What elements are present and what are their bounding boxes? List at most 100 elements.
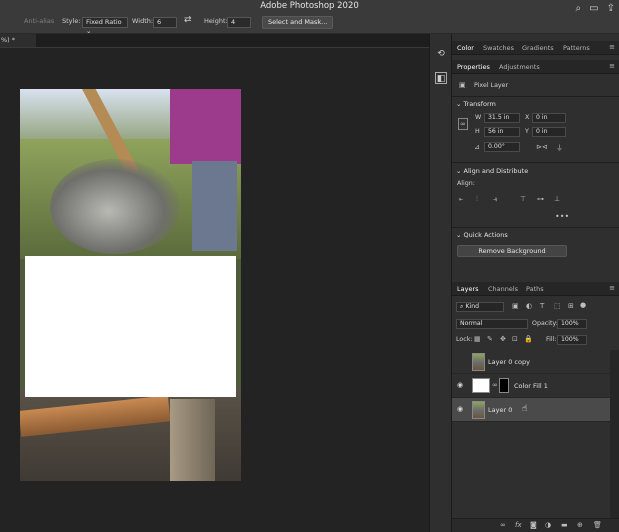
fill-thumbnail: [472, 378, 490, 393]
group-folder-icon[interactable]: ▬: [561, 521, 568, 529]
align-header-label: Align and Distribute: [463, 167, 529, 175]
width-field[interactable]: 31.5 in: [484, 113, 520, 123]
document-tab-label: %) *: [1, 36, 16, 44]
search-icon[interactable]: ⌕: [576, 3, 582, 14]
lock-image-icon[interactable]: ✎: [487, 335, 493, 343]
canvas-area[interactable]: [0, 48, 429, 532]
mask-thumbnail[interactable]: [499, 378, 509, 393]
filter-toggle-icon[interactable]: ●: [580, 301, 586, 309]
new-layer-icon[interactable]: ⊕: [577, 521, 583, 529]
align-label: Align:: [457, 180, 475, 187]
blend-mode-select[interactable]: Normal: [456, 319, 528, 329]
align-right-icon[interactable]: ⫣: [493, 195, 497, 204]
tab-properties[interactable]: Properties: [457, 63, 490, 71]
x-field[interactable]: 0 in: [532, 113, 566, 123]
tab-swatches[interactable]: Swatches: [483, 44, 514, 52]
visibility-eye-icon[interactable]: ◉: [457, 405, 463, 413]
panel-menu-icon[interactable]: ≡: [609, 62, 615, 70]
properties-icon[interactable]: ◧: [435, 72, 447, 84]
filter-pixel-icon[interactable]: ▣: [512, 302, 519, 310]
opacity-field[interactable]: 100%: [557, 319, 587, 329]
filter-shape-icon[interactable]: ⬚: [554, 302, 561, 310]
tab-layers[interactable]: Layers: [457, 285, 479, 293]
fill-label: Fill:: [546, 336, 557, 343]
align-bottom-icon[interactable]: ⊥: [554, 195, 560, 203]
height-field[interactable]: 56 in: [484, 127, 520, 137]
workspace-icon[interactable]: ▭: [589, 3, 598, 14]
align-left-icon[interactable]: ⫦: [459, 195, 463, 204]
share-icon[interactable]: ⇪: [607, 3, 615, 14]
filter-smart-object-icon[interactable]: ⊞: [568, 302, 574, 310]
layer-thumbnail: [472, 401, 485, 419]
options-bar: Anti-alias Style: Fixed Ratio ⌄ Width: 6…: [0, 12, 619, 35]
history-icon[interactable]: ⟲: [435, 48, 447, 60]
lock-all-icon[interactable]: 🔒: [524, 335, 533, 343]
document-tab[interactable]: %) *: [0, 34, 36, 47]
link-icon[interactable]: ∞: [458, 118, 468, 130]
y-field[interactable]: 0 in: [532, 127, 566, 137]
tab-gradients[interactable]: Gradients: [522, 44, 554, 52]
layer-name: Layer 0: [488, 406, 513, 414]
trash-icon[interactable]: 🗑: [593, 521, 602, 529]
layer-row-layer-0[interactable]: ◉ Layer 0 ☝: [452, 398, 610, 422]
lock-position-icon[interactable]: ✥: [500, 335, 506, 343]
more-options-icon[interactable]: •••: [555, 212, 569, 221]
tab-paths[interactable]: Paths: [526, 285, 544, 293]
add-mask-icon[interactable]: ◙: [530, 521, 537, 529]
adjustment-layer-icon[interactable]: ◑: [545, 521, 551, 529]
tab-channels[interactable]: Channels: [488, 285, 518, 293]
layer-filter-select[interactable]: ⌕ Kind: [456, 302, 504, 312]
width-input[interactable]: 6: [153, 17, 177, 28]
app-title: Adobe Photoshop 2020: [260, 1, 359, 11]
filter-type-icon[interactable]: T: [540, 302, 544, 310]
right-panels: Color Swatches Gradients Patterns ≡ Prop…: [452, 34, 619, 532]
panel-menu-icon[interactable]: ≡: [609, 43, 615, 51]
align-center-icon[interactable]: ⫶: [476, 195, 478, 204]
transform-header-label: Transform: [463, 100, 496, 108]
photo-person-shirt: [170, 89, 241, 164]
tab-adjustments[interactable]: Adjustments: [499, 63, 540, 71]
swap-icon[interactable]: ⇄: [184, 15, 192, 25]
opacity-label: Opacity:: [532, 320, 558, 327]
select-and-mask-button[interactable]: Select and Mask...: [262, 16, 334, 29]
link-layers-icon[interactable]: ∞: [500, 521, 506, 529]
layer-row-color-fill-1[interactable]: ◉ ∞ Color Fill 1: [452, 374, 610, 398]
anti-alias-checkbox[interactable]: Anti-alias: [24, 17, 54, 25]
layer-row-layer-0-copy[interactable]: Layer 0 copy: [452, 350, 610, 374]
align-top-icon[interactable]: ⊤: [520, 195, 526, 203]
filter-adjustment-icon[interactable]: ◐: [526, 302, 532, 310]
align-middle-icon[interactable]: ⊶: [537, 195, 544, 203]
title-bar: Adobe Photoshop 2020: [0, 0, 619, 12]
angle-field[interactable]: 0.00°: [484, 142, 520, 152]
lock-transparent-icon[interactable]: ▦: [474, 335, 481, 343]
flip-horizontal-icon[interactable]: ⊳⊲: [536, 143, 548, 151]
remove-background-button[interactable]: Remove Background: [457, 245, 567, 257]
visibility-eye-icon[interactable]: ◉: [457, 381, 463, 389]
photo-person-jeans: [192, 161, 237, 251]
panel-menu-icon[interactable]: ≡: [609, 284, 615, 292]
fill-field[interactable]: 100%: [557, 335, 587, 345]
tab-color[interactable]: Color: [457, 44, 474, 52]
divider: [452, 96, 619, 97]
photo-animal: [50, 159, 180, 254]
angle-icon: ⊿: [474, 143, 480, 151]
fx-icon[interactable]: fx: [515, 521, 522, 529]
height-input[interactable]: 4: [227, 17, 251, 28]
style-label: Style:: [62, 17, 81, 25]
document-image[interactable]: [20, 89, 241, 481]
lock-artboard-icon[interactable]: ⊡: [512, 335, 518, 343]
style-select-value: Fixed Ratio: [86, 18, 122, 26]
quick-actions-label: Quick Actions: [463, 231, 508, 239]
photo-fence-post-2: [170, 399, 215, 481]
tab-patterns[interactable]: Patterns: [563, 44, 590, 52]
panel-icon-column: ⟲ ◧: [429, 34, 452, 532]
style-select[interactable]: Fixed Ratio ⌄: [82, 17, 128, 35]
align-header[interactable]: ⌄ Align and Distribute: [456, 167, 528, 175]
pixel-layer-label: Pixel Layer: [474, 82, 509, 89]
transform-header[interactable]: ⌄ Transform: [456, 100, 496, 108]
quick-actions-header[interactable]: ⌄ Quick Actions: [456, 231, 508, 239]
layers-scrollbar[interactable]: [610, 350, 619, 518]
flip-vertical-icon[interactable]: ⏚: [556, 143, 563, 153]
y-label: Y: [525, 128, 529, 135]
chain-link-icon[interactable]: ∞: [492, 381, 498, 389]
